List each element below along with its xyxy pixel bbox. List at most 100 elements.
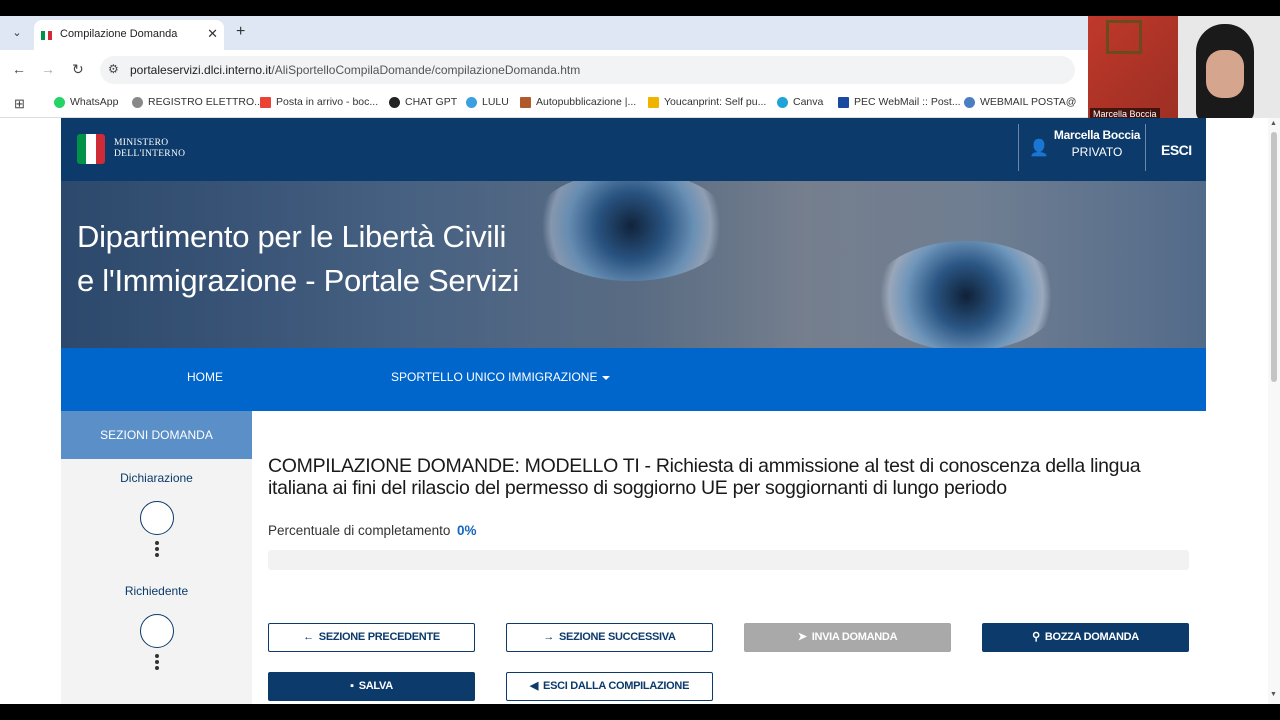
bookmark-label: Posta in arrivo - boc... bbox=[276, 96, 379, 108]
step-circle-icon bbox=[139, 614, 174, 648]
progress-value: 0% bbox=[457, 523, 477, 538]
forward-arrow-icon[interactable]: → bbox=[41, 61, 55, 77]
user-name: Marcella Boccia bbox=[1053, 128, 1141, 142]
exit-compilation-button[interactable]: ◀ ESCI DALLA COMPILAZIONE bbox=[506, 672, 713, 701]
close-tab-icon[interactable]: ✕ bbox=[207, 26, 218, 42]
nav-home[interactable]: HOME bbox=[187, 370, 223, 384]
sidebar-step-dichiarazione[interactable]: Dichiarazione bbox=[61, 471, 252, 559]
nav-sportello-label: SPORTELLO UNICO IMMIGRAZIONE bbox=[391, 370, 598, 384]
sidebar-step-richiedente[interactable]: Richiedente bbox=[61, 584, 252, 672]
next-section-button[interactable]: → SEZIONE SUCCESSIVA bbox=[506, 623, 713, 652]
apps-grid-icon[interactable]: ⊞ bbox=[14, 96, 25, 112]
circle-arrow-left-icon: ◀ bbox=[529, 680, 539, 692]
scroll-up-icon[interactable]: ▲ bbox=[1270, 120, 1277, 127]
registro-icon bbox=[132, 96, 143, 108]
url-field[interactable]: ⚙ portaleservizi.dlci.interno.it/AliSpor… bbox=[100, 56, 1075, 84]
webcam-picture-frame bbox=[1106, 20, 1142, 54]
step-connector-dots-icon bbox=[154, 654, 159, 670]
webmail-icon bbox=[964, 96, 975, 108]
prev-section-label: SEZIONE PRECEDENTE bbox=[318, 631, 440, 643]
tab-list-chevron-icon[interactable]: ⌄ bbox=[9, 25, 25, 41]
bookmark-label: Autopubblicazione |... bbox=[536, 96, 637, 108]
logo-line1: MINISTERO bbox=[114, 138, 169, 148]
back-arrow-icon[interactable]: ← bbox=[12, 61, 26, 77]
tab-bar: ⌄ Compilazione Domanda ✕ + bbox=[0, 16, 1088, 50]
search-icon: ⚲ bbox=[1032, 631, 1040, 643]
exit-compilation-label: ESCI DALLA COMPILAZIONE bbox=[543, 680, 690, 692]
hero-title-line1: Dipartimento per le Libertà Civili bbox=[77, 219, 507, 254]
sections-sidebar: SEZIONI DOMANDA Dichiarazione Richiedent… bbox=[61, 411, 252, 704]
send-application-label: INVIA DOMANDA bbox=[811, 631, 898, 643]
site-settings-icon[interactable]: ⚙ bbox=[108, 62, 119, 76]
main-navbar: HOME SPORTELLO UNICO IMMIGRAZIONE bbox=[61, 348, 1206, 411]
bookmark-label: WhatsApp bbox=[70, 96, 119, 108]
webcam-overlay: Marcella Boccia bbox=[1088, 16, 1280, 122]
draft-application-label: BOZZA DOMANDA bbox=[1044, 631, 1139, 643]
scroll-down-icon[interactable]: ▼ bbox=[1270, 691, 1277, 698]
bookmark-webmail[interactable]: WEBMAIL POSTA@ bbox=[964, 96, 1076, 108]
form-title: COMPILAZIONE DOMANDE: MODELLO TI - Richi… bbox=[268, 455, 1141, 499]
page-viewport: MINISTERO DELL'INTERNO 👤 Marcella Boccia… bbox=[0, 118, 1268, 704]
scrollbar-thumb[interactable] bbox=[1271, 132, 1277, 382]
url-text: portaleservizi.dlci.interno.it/AliSporte… bbox=[130, 63, 580, 77]
bookmark-label: REGISTRO ELETTRO... bbox=[148, 96, 263, 108]
page-scrollbar[interactable]: ▲ ▼ bbox=[1268, 118, 1280, 704]
browser-tab[interactable]: Compilazione Domanda ✕ bbox=[34, 20, 224, 50]
bookmark-label: LULU bbox=[482, 96, 509, 108]
step-label: Richiedente bbox=[124, 584, 189, 598]
new-tab-icon[interactable]: + bbox=[236, 23, 245, 41]
bookmark-pec[interactable]: PEC WebMail :: Post... bbox=[838, 96, 961, 108]
reload-icon[interactable]: ↻ bbox=[72, 61, 84, 78]
site-header: MINISTERO DELL'INTERNO 👤 Marcella Boccia… bbox=[61, 118, 1206, 181]
sidebar-header: SEZIONI DOMANDA bbox=[61, 411, 252, 459]
bookmark-label: Youcanprint: Self pu... bbox=[664, 96, 767, 108]
step-label: Dichiarazione bbox=[120, 471, 193, 485]
bookmark-label: PEC WebMail :: Post... bbox=[854, 96, 961, 108]
save-label: SALVA bbox=[358, 680, 393, 692]
bottom-letterbox bbox=[0, 704, 1280, 720]
next-section-label: SEZIONE SUCCESSIVA bbox=[559, 631, 676, 643]
portal-site: MINISTERO DELL'INTERNO 👤 Marcella Boccia… bbox=[61, 118, 1206, 704]
bookmark-lulu[interactable]: LULU bbox=[466, 96, 509, 108]
logout-button[interactable]: ESCI bbox=[1161, 142, 1192, 158]
user-icon: 👤 bbox=[1029, 140, 1049, 157]
youcanprint-icon bbox=[648, 96, 659, 108]
prev-section-button[interactable]: ← SEZIONE PRECEDENTE bbox=[268, 623, 475, 652]
gmail-icon bbox=[260, 96, 271, 108]
bookmark-gmail[interactable]: Posta in arrivo - boc... bbox=[260, 96, 378, 108]
tab-title: Compilazione Domanda bbox=[60, 28, 178, 40]
bookmark-label: WEBMAIL POSTA@ bbox=[980, 96, 1077, 108]
hero-title-line2: e l'Immigrazione - Portale Servizi bbox=[77, 263, 519, 298]
bookmark-autopubblicazione[interactable]: Autopubblicazione |... bbox=[520, 96, 636, 108]
browser-window: ⌄ Compilazione Domanda ✕ + ← → ↻ ⚙ porta… bbox=[0, 16, 1280, 704]
step-circle-icon bbox=[139, 501, 174, 535]
caret-down-icon bbox=[602, 375, 611, 380]
user-profile[interactable]: 👤 Marcella Boccia PRIVATO bbox=[1018, 124, 1146, 171]
bookmarks-bar: ⊞ WhatsApp REGISTRO ELETTRO... Posta in … bbox=[0, 88, 1088, 118]
floppy-disk-icon: ▪ bbox=[350, 680, 354, 692]
user-role: PRIVATO bbox=[1071, 145, 1123, 159]
send-application-button[interactable]: ➤ INVIA DOMANDA bbox=[744, 623, 951, 652]
italy-flag-favicon-icon bbox=[41, 31, 53, 40]
bookmark-youcanprint[interactable]: Youcanprint: Self pu... bbox=[648, 96, 766, 108]
url-host: portaleservizi.dlci.interno.it bbox=[130, 63, 272, 77]
arrow-right-icon: → bbox=[543, 631, 555, 643]
save-button[interactable]: ▪ SALVA bbox=[268, 672, 475, 701]
logo-text: MINISTERO DELL'INTERNO bbox=[114, 138, 185, 160]
canva-icon bbox=[777, 96, 788, 108]
ministero-logo[interactable]: MINISTERO DELL'INTERNO bbox=[77, 134, 185, 164]
url-path: /AliSportelloCompilaDomande/compilazione… bbox=[271, 63, 581, 77]
bookmark-label: Canva bbox=[793, 96, 824, 108]
italian-flag-emblem-icon bbox=[77, 134, 105, 164]
bookmark-whatsapp[interactable]: WhatsApp bbox=[54, 96, 118, 108]
logo-line2: DELL'INTERNO bbox=[114, 149, 186, 159]
nav-sportello[interactable]: SPORTELLO UNICO IMMIGRAZIONE bbox=[391, 370, 611, 384]
progress-bar bbox=[268, 550, 1189, 570]
autopubblicazione-icon bbox=[520, 96, 531, 108]
bookmark-registro[interactable]: REGISTRO ELETTRO... bbox=[132, 96, 263, 108]
draft-application-button[interactable]: ⚲ BOZZA DOMANDA bbox=[982, 623, 1189, 652]
bookmark-canva[interactable]: Canva bbox=[777, 96, 823, 108]
bookmark-chatgpt[interactable]: CHAT GPT bbox=[389, 96, 457, 108]
chatgpt-icon bbox=[389, 96, 400, 108]
whatsapp-icon bbox=[54, 96, 65, 108]
